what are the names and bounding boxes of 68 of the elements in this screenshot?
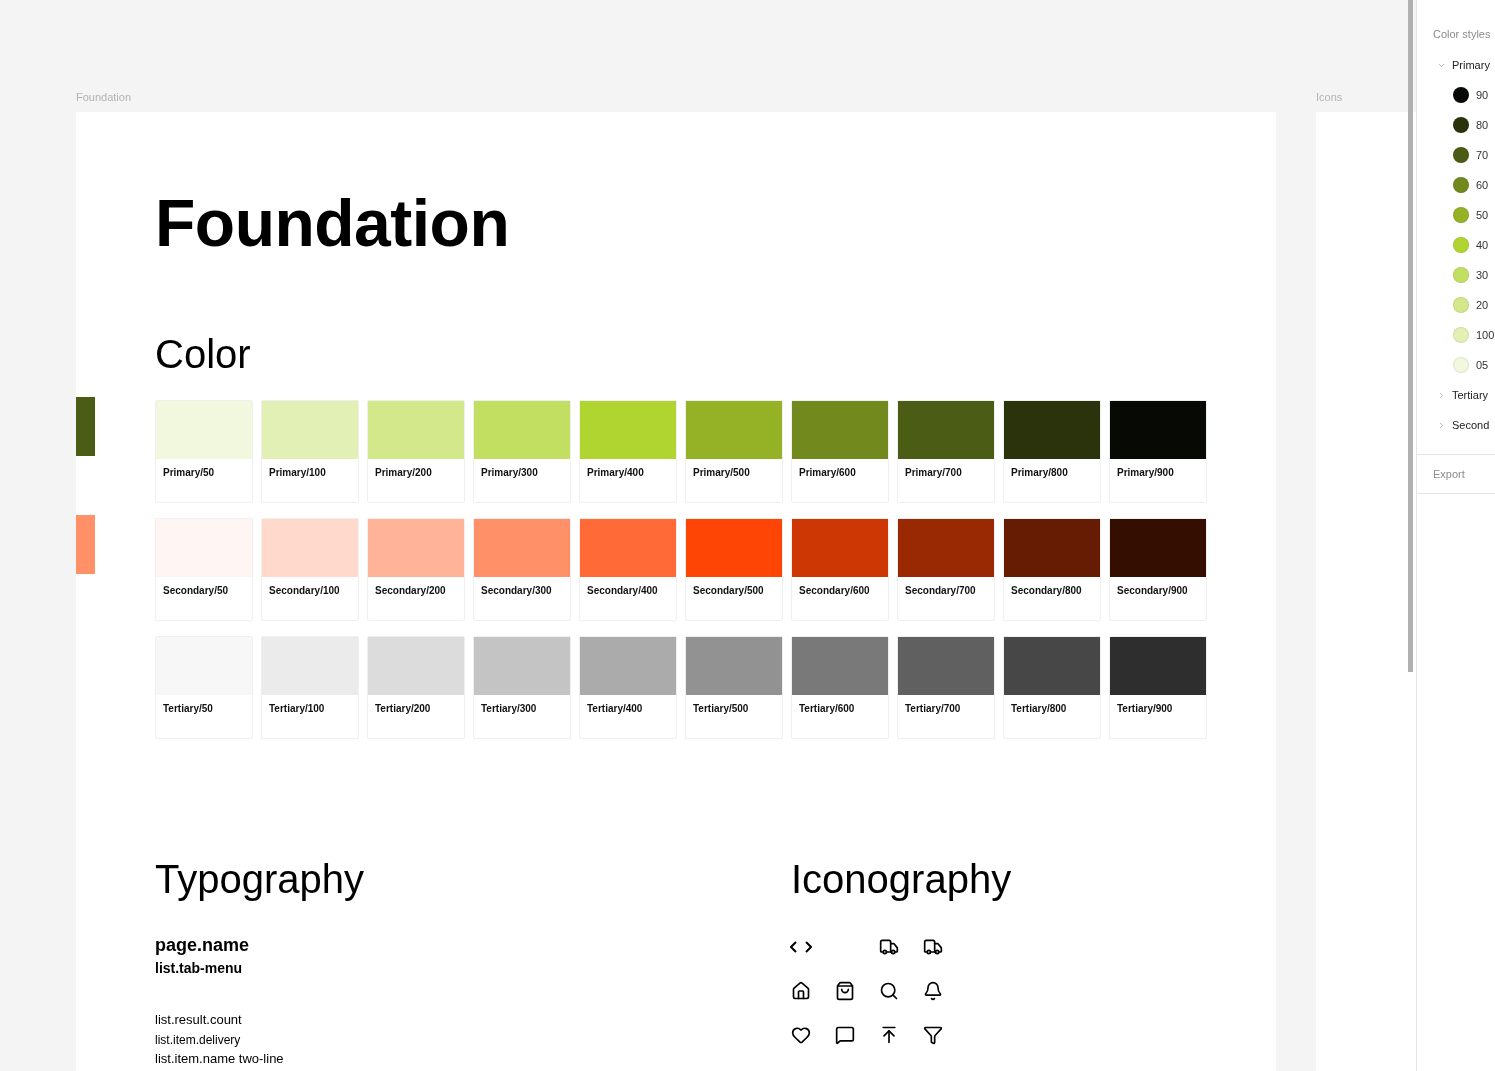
section-heading: Typography [155,859,366,899]
section-heading: Iconography [791,859,1013,899]
swatch-label: Tertiary/100 [268,702,326,714]
swatch-label: Tertiary/800 [1010,702,1068,714]
scrollbar[interactable] [1408,0,1413,672]
color-style-item[interactable]: 90 [1417,80,1495,110]
swatch-label: Primary/500 [692,466,751,478]
swatch-label: Primary/400 [586,466,645,478]
color-style-item[interactable]: 40 [1417,230,1495,260]
swatch-label: Secondary/700 [904,584,977,596]
swatch-label: Tertiary/200 [374,702,432,714]
swatch-label: Tertiary/400 [586,702,644,714]
truck-icon [923,937,943,957]
type-sample: list.item.name two-line [155,1051,285,1066]
page-title: Foundation [155,190,511,256]
swatch-label: Secondary/50 [162,584,230,596]
upload-icon [879,1025,899,1045]
truck-icon [879,937,899,957]
swatch-label: Tertiary/300 [480,702,538,714]
filter-icon [923,1025,943,1045]
color-style-item[interactable]: 05 [1417,350,1495,380]
type-sample: list.item.delivery [155,1033,242,1047]
panel-section-title: Color styles [1432,27,1492,42]
style-group[interactable]: Tertiary [1417,380,1495,410]
bag-icon [835,981,855,1001]
swatch-label: Tertiary/900 [1116,702,1174,714]
swatch-label: Primary/700 [904,466,963,478]
section-heading: Color [155,334,252,374]
color-style-item[interactable]: 70 [1417,140,1495,170]
color-style-item[interactable]: 60 [1417,170,1495,200]
chat-icon [835,1025,855,1045]
swatch-label: Tertiary/600 [798,702,856,714]
swatch-label: Primary/800 [1010,466,1069,478]
color-style-item[interactable]: 50 [1417,200,1495,230]
type-sample: list.tab-menu [155,960,244,976]
bell-icon [923,981,943,1001]
swatch-label: Primary/600 [798,466,857,478]
swatch-label: Secondary/800 [1010,584,1083,596]
style-group[interactable]: Second [1417,410,1495,440]
color-style-item[interactable]: 20 [1417,290,1495,320]
export-button[interactable]: Export [1417,454,1495,494]
swatch-label: Secondary/600 [798,584,871,596]
swatch-label: Tertiary/700 [904,702,962,714]
swatch-label: Secondary/300 [480,584,553,596]
frame-label: Icons [1316,91,1343,103]
heart-icon [791,1025,811,1045]
swatch-label: Primary/200 [374,466,433,478]
color-style-item[interactable]: 30 [1417,260,1495,290]
home-icon [791,981,811,1001]
type-sample: page.name [155,935,251,956]
swatch-label: Primary/100 [268,466,327,478]
swatch-label: Secondary/200 [374,584,447,596]
swatch-label: Secondary/400 [586,584,659,596]
swatch-label: Tertiary/500 [692,702,750,714]
swatch-label: Secondary/100 [268,584,341,596]
style-group[interactable]: Primary [1417,50,1495,80]
color-style-item[interactable]: 100 [1417,320,1495,350]
swatch-label: Primary/900 [1116,466,1175,478]
swatch-label: Primary/50 [162,466,216,478]
code-icon [790,940,812,954]
swatch-label: Secondary/500 [692,584,765,596]
swatch-label: Secondary/900 [1116,584,1189,596]
search-icon [879,981,899,1001]
color-style-item[interactable]: 80 [1417,110,1495,140]
frame-label: Foundation [76,91,132,103]
swatch-label: Tertiary/50 [162,702,214,714]
swatch-label: Primary/300 [480,466,539,478]
type-sample: list.result.count [155,1012,243,1027]
